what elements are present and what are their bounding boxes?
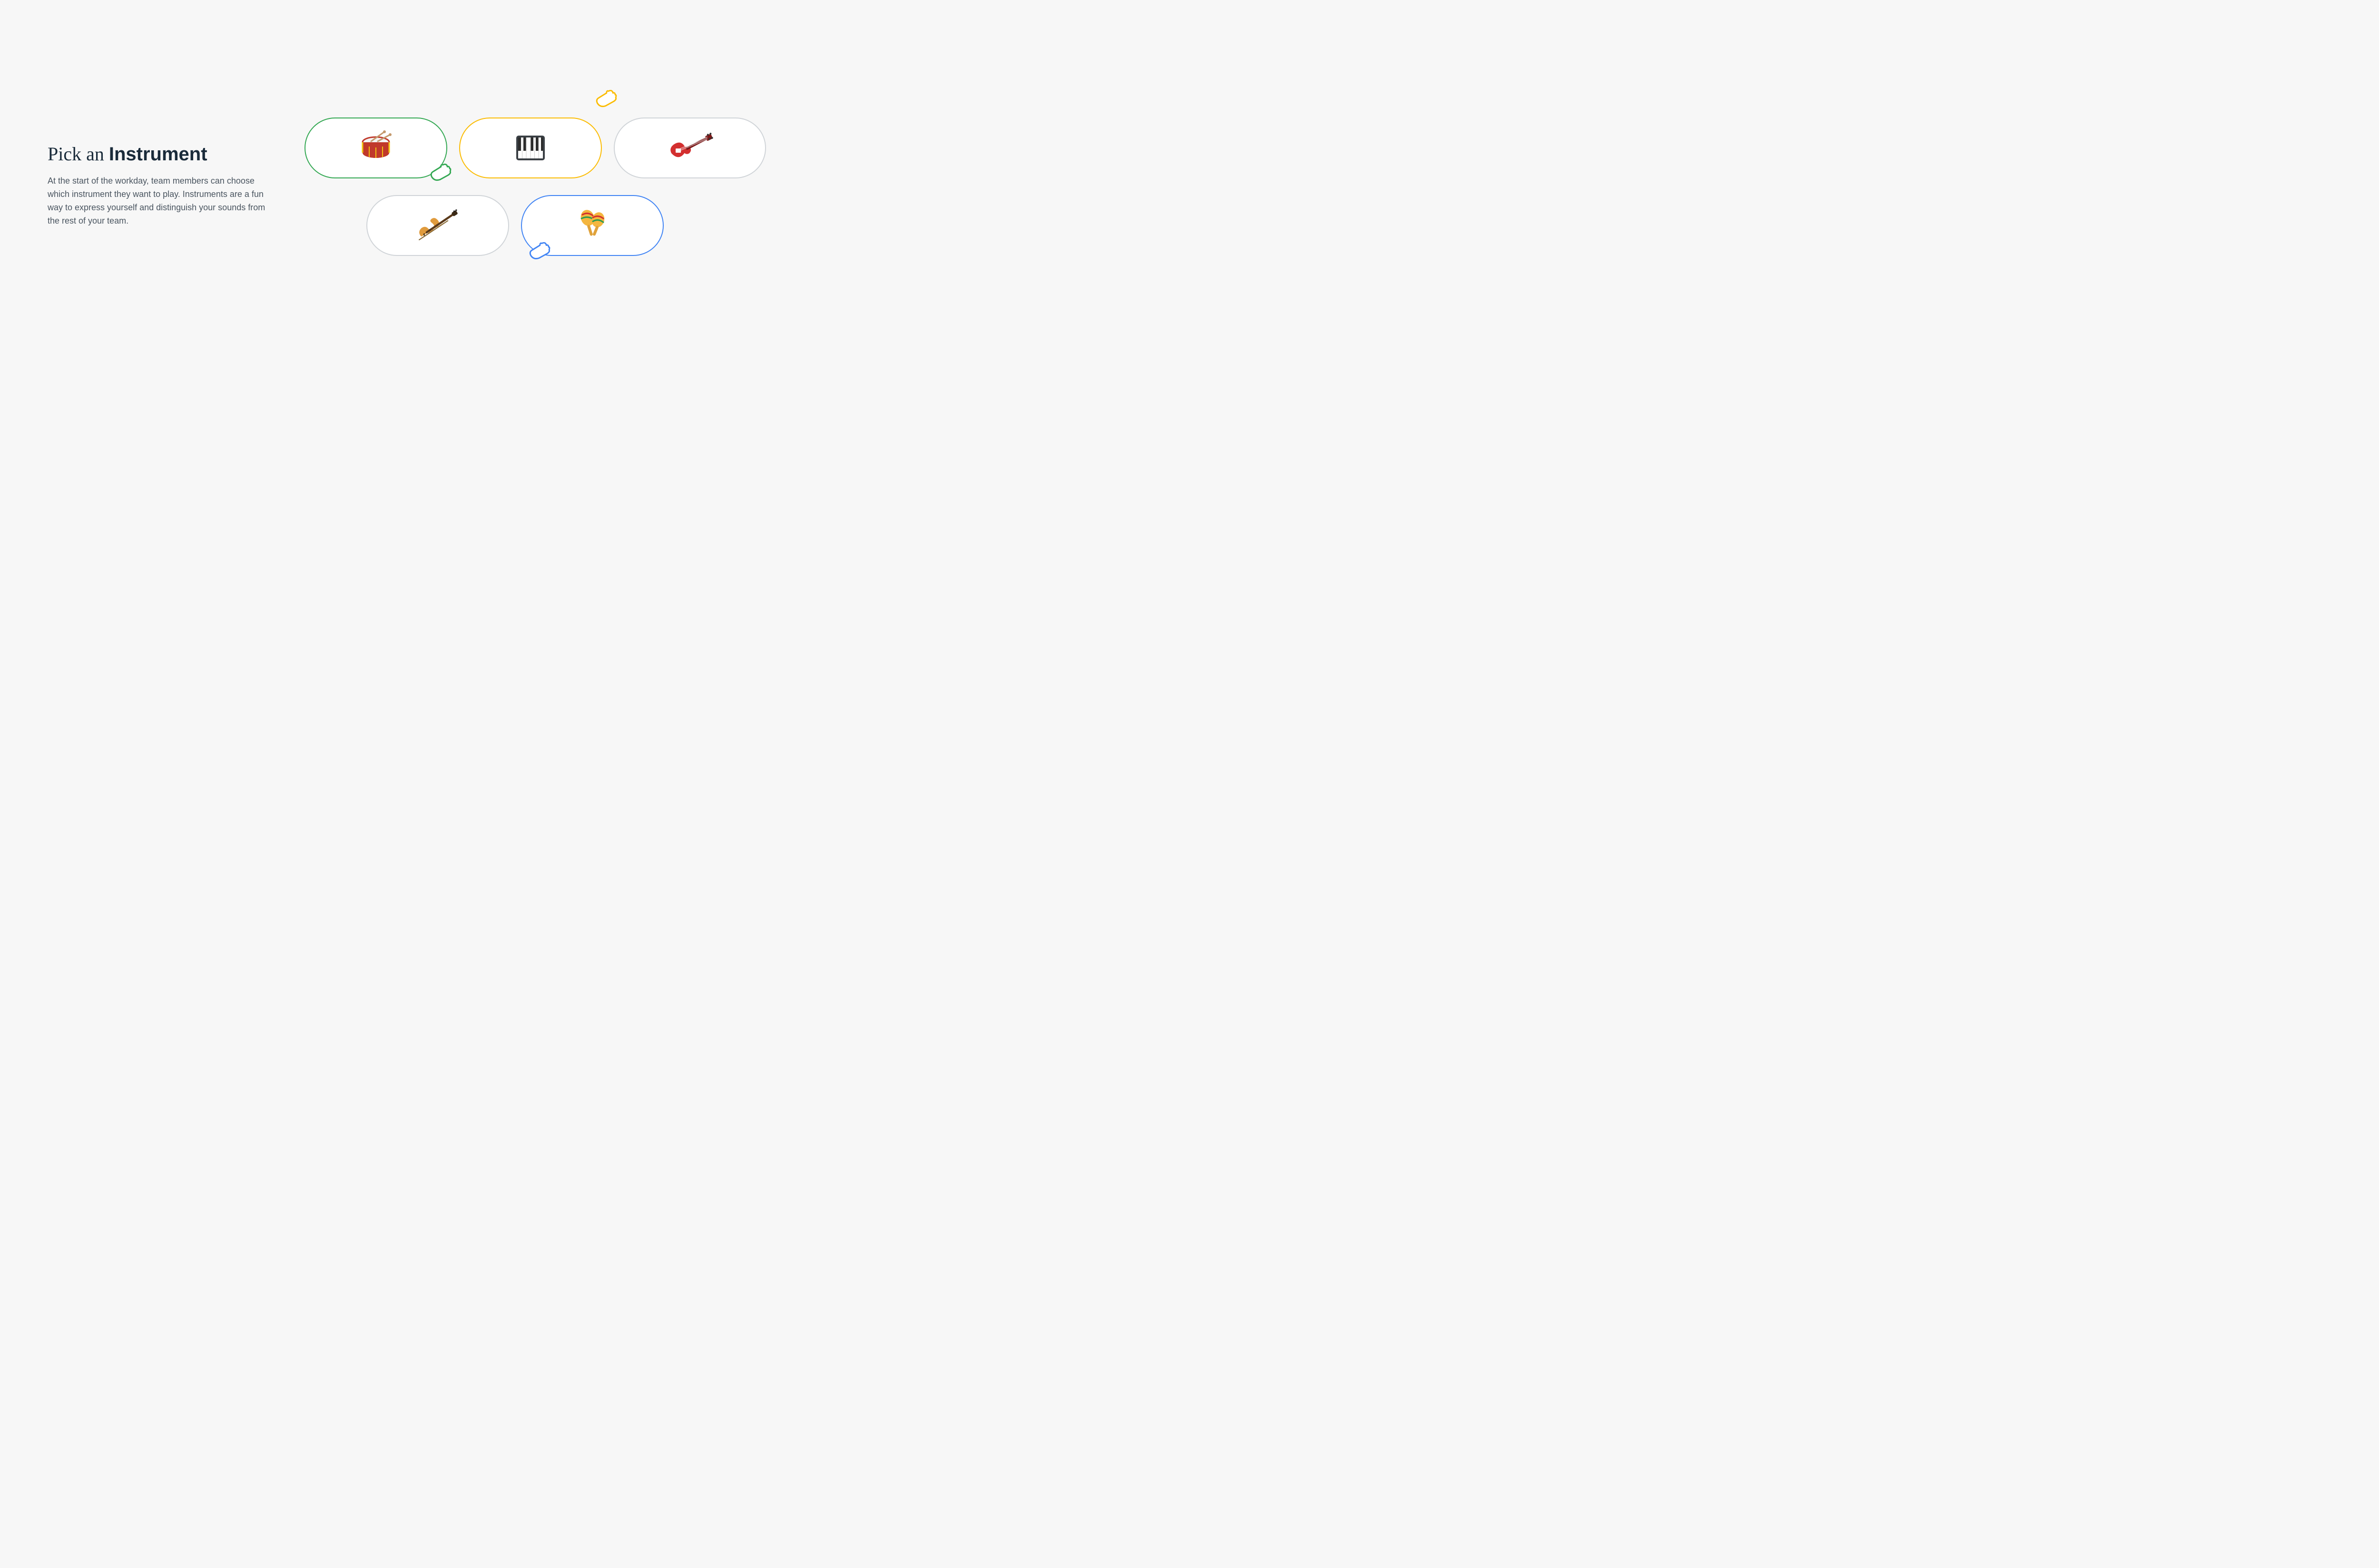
page-title: Pick an Instrument: [48, 143, 276, 165]
violin-icon: [414, 207, 462, 244]
cursor-hand-green: [424, 159, 452, 187]
piano-icon: [511, 129, 550, 167]
cursor-hand-blue: [523, 238, 551, 265]
heading-light: Pick an: [48, 143, 109, 165]
drum-icon: [357, 129, 395, 167]
cursor-hand-yellow: [590, 86, 618, 113]
heading-bold: Instrument: [109, 144, 207, 165]
instrument-option-guitar[interactable]: [614, 118, 766, 178]
guitar-icon: [666, 129, 714, 167]
instrument-option-violin[interactable]: [366, 195, 509, 256]
instrument-option-piano[interactable]: [459, 118, 602, 178]
maracas-icon: [573, 206, 611, 245]
page-description: At the start of the workday, team member…: [48, 175, 276, 228]
